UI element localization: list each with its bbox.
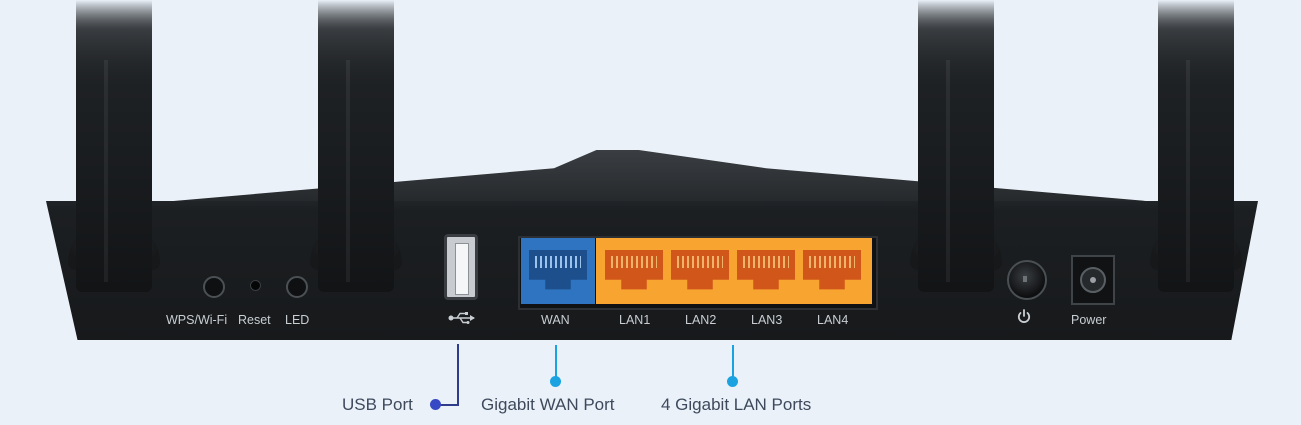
antenna-shaft-1	[76, 0, 152, 292]
lan-callout-label: 4 Gigabit LAN Ports	[661, 395, 812, 414]
wan-callout-label: Gigabit WAN Port	[481, 395, 615, 414]
dc-power-jack-icon	[1071, 255, 1115, 305]
power-label: Power	[1071, 313, 1107, 327]
wan-callout-line	[555, 345, 557, 377]
lan1-label: LAN1	[619, 313, 651, 327]
power-button	[1007, 260, 1047, 300]
lan3-label: LAN3	[751, 313, 783, 327]
router-back-panel-image: WPS/Wi-Fi Reset LED WAN LAN1 LAN2 LAN3 L…	[0, 0, 1301, 425]
wps-button-icon	[203, 276, 225, 298]
reset-pinhole-icon	[250, 280, 261, 291]
reset-label: Reset	[238, 313, 271, 327]
antenna-shaft-3	[918, 0, 994, 292]
router-top-surface	[161, 150, 1159, 202]
lan2-jack-contacts	[677, 256, 723, 268]
led-label: LED	[285, 313, 310, 327]
led-button-icon	[286, 276, 308, 298]
antenna-shaft-2	[318, 0, 394, 292]
usb-callout-label: USB Port	[342, 395, 413, 414]
lan-callout-dot	[727, 376, 738, 387]
wan-label: WAN	[541, 313, 570, 327]
usb-callout-dot	[430, 399, 441, 410]
usb-icon	[448, 308, 476, 329]
lan1-jack-contacts	[611, 256, 657, 268]
power-button-indicator	[1023, 276, 1027, 282]
usb-port	[444, 234, 478, 300]
wps-label: WPS/Wi-Fi	[166, 313, 228, 327]
lan2-label: LAN2	[685, 313, 717, 327]
lan4-jack-contacts	[809, 256, 855, 268]
power-icon	[1017, 309, 1031, 328]
lan3-jack-contacts	[743, 256, 789, 268]
antenna-shaft-4	[1158, 0, 1234, 292]
lan4-label: LAN4	[817, 313, 849, 327]
wan-jack-contacts	[535, 256, 581, 268]
lan-callout-line	[732, 345, 734, 377]
usb-callout-vertical	[457, 344, 459, 406]
wan-callout-dot	[550, 376, 561, 387]
